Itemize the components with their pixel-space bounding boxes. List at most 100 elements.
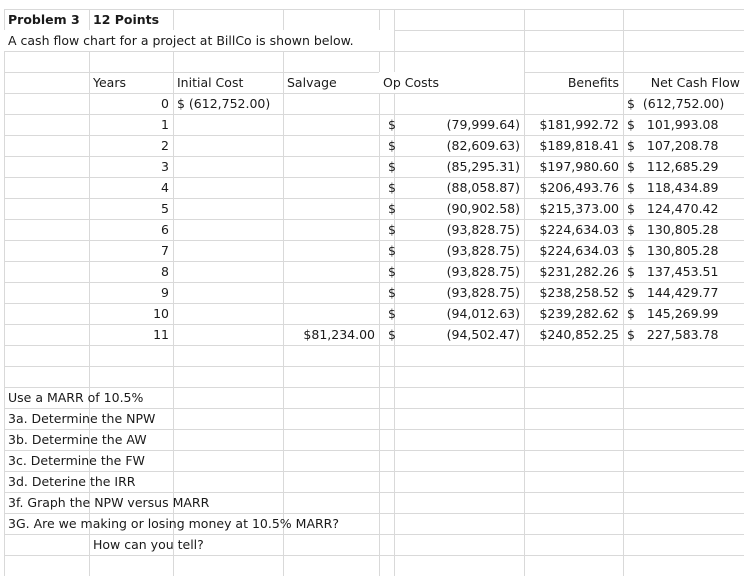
cell-net-cash-flow[interactable]: $ 101,993.08 — [623, 114, 744, 135]
cell-initial-cost[interactable] — [173, 219, 283, 240]
question-3a[interactable]: 3a. Determine the NPW — [4, 408, 283, 429]
cell-op-dollar[interactable]: $ — [379, 303, 396, 324]
cell-benefits[interactable]: $240,852.25 — [524, 324, 623, 345]
points-label[interactable]: 12 Points — [89, 9, 173, 30]
cell-net-cash-flow[interactable]: $ 118,434.89 — [623, 177, 744, 198]
cell-benefits[interactable] — [524, 93, 623, 114]
cell-op-costs[interactable]: (88,058.87) — [394, 177, 524, 198]
cell-op-dollar[interactable]: $ — [379, 177, 396, 198]
cell-initial-cost[interactable] — [173, 282, 283, 303]
cell-net-cash-flow[interactable]: $ 130,805.28 — [623, 240, 744, 261]
cell-benefits[interactable]: $224,634.03 — [524, 219, 623, 240]
cell-initial-cost[interactable] — [173, 261, 283, 282]
followup-question[interactable]: How can you tell? — [89, 534, 283, 555]
cell-initial-cost[interactable] — [173, 303, 283, 324]
marr-text[interactable]: Use a MARR of 10.5% — [4, 387, 283, 408]
cell-net-cash-flow[interactable]: $ 130,805.28 — [623, 219, 744, 240]
cell-benefits[interactable]: $206,493.76 — [524, 177, 623, 198]
cell-op-costs[interactable]: (93,828.75) — [394, 282, 524, 303]
header-initial-cost[interactable]: Initial Cost — [173, 72, 283, 93]
cell-year[interactable]: 8 — [89, 261, 173, 282]
cell-benefits[interactable]: $238,258.52 — [524, 282, 623, 303]
cell-op-costs[interactable]: (94,012.63) — [394, 303, 524, 324]
cell-net-cash-flow[interactable]: $ 144,429.77 — [623, 282, 744, 303]
cell-salvage[interactable] — [283, 114, 379, 135]
cell-net-cash-flow[interactable]: $ 227,583.78 — [623, 324, 744, 345]
cell-year[interactable]: 3 — [89, 156, 173, 177]
cell-benefits[interactable]: $231,282.26 — [524, 261, 623, 282]
header-op-costs[interactable]: Op Costs — [379, 72, 524, 93]
cell-op-costs[interactable]: (82,609.63) — [394, 135, 524, 156]
cell-op-costs[interactable]: (93,828.75) — [394, 219, 524, 240]
cell-year[interactable]: 2 — [89, 135, 173, 156]
cell-year[interactable]: 4 — [89, 177, 173, 198]
cell-benefits[interactable]: $197,980.60 — [524, 156, 623, 177]
cell-salvage[interactable] — [283, 93, 379, 114]
description-text[interactable]: A cash flow chart for a project at BillC… — [4, 30, 394, 51]
cell-benefits[interactable]: $239,282.62 — [524, 303, 623, 324]
cell-initial-cost[interactable] — [173, 198, 283, 219]
cell-year[interactable]: 6 — [89, 219, 173, 240]
header-net-cash-flow[interactable]: Net Cash Flow — [623, 72, 744, 93]
cell-net-cash-flow[interactable]: $ 112,685.29 — [623, 156, 744, 177]
cell-year[interactable]: 10 — [89, 303, 173, 324]
cell-op-dollar[interactable] — [379, 93, 394, 114]
cell-op-dollar[interactable]: $ — [379, 282, 396, 303]
cell-initial-cost[interactable] — [173, 114, 283, 135]
cell-initial-cost[interactable] — [173, 135, 283, 156]
cell-year[interactable]: 7 — [89, 240, 173, 261]
cell-year[interactable]: 5 — [89, 198, 173, 219]
cell-op-costs[interactable] — [394, 93, 524, 114]
cell-net-cash-flow[interactable]: $ 137,453.51 — [623, 261, 744, 282]
cell-benefits[interactable]: $215,373.00 — [524, 198, 623, 219]
cell-op-dollar[interactable]: $ — [379, 198, 396, 219]
cell-op-dollar[interactable]: $ — [379, 261, 396, 282]
cell-net-cash-flow[interactable]: $ 145,269.99 — [623, 303, 744, 324]
cell-salvage[interactable] — [283, 282, 379, 303]
cell-net-cash-flow[interactable]: $ (612,752.00) — [623, 93, 744, 114]
problem-label[interactable]: Problem 3 — [4, 9, 89, 30]
cell-year[interactable]: 11 — [89, 324, 173, 345]
cell-initial-cost[interactable] — [173, 240, 283, 261]
question-3g[interactable]: 3G. Are we making or losing money at 10.… — [4, 513, 394, 534]
cell-year[interactable]: 9 — [89, 282, 173, 303]
header-years[interactable]: Years — [89, 72, 173, 93]
cell-salvage[interactable] — [283, 177, 379, 198]
cell-benefits[interactable]: $224,634.03 — [524, 240, 623, 261]
cell-op-costs[interactable]: (79,999.64) — [394, 114, 524, 135]
cell-op-costs[interactable]: (85,295.31) — [394, 156, 524, 177]
cell-salvage[interactable] — [283, 303, 379, 324]
cell-initial-cost[interactable] — [173, 324, 283, 345]
cell-op-dollar[interactable]: $ — [379, 114, 396, 135]
cell-net-cash-flow[interactable]: $ 124,470.42 — [623, 198, 744, 219]
cell-year[interactable]: 0 — [89, 93, 173, 114]
cell-op-dollar[interactable]: $ — [379, 219, 396, 240]
cell-op-dollar[interactable]: $ — [379, 324, 396, 345]
header-salvage[interactable]: Salvage — [283, 72, 379, 93]
question-3f[interactable]: 3f. Graph the NPW versus MARR — [4, 492, 283, 513]
cell-salvage[interactable] — [283, 261, 379, 282]
cell-op-costs[interactable]: (93,828.75) — [394, 240, 524, 261]
cell-op-dollar[interactable]: $ — [379, 240, 396, 261]
cell-benefits[interactable]: $189,818.41 — [524, 135, 623, 156]
cell-op-costs[interactable]: (94,502.47) — [394, 324, 524, 345]
cell-salvage[interactable] — [283, 156, 379, 177]
cell-net-cash-flow[interactable]: $ 107,208.78 — [623, 135, 744, 156]
question-3b[interactable]: 3b. Determine the AW — [4, 429, 283, 450]
cell-salvage[interactable] — [283, 198, 379, 219]
cell-op-dollar[interactable]: $ — [379, 156, 396, 177]
question-3c[interactable]: 3c. Determine the FW — [4, 450, 283, 471]
cell-op-costs[interactable]: (93,828.75) — [394, 261, 524, 282]
cell-op-costs[interactable]: (90,902.58) — [394, 198, 524, 219]
cell-salvage[interactable] — [283, 135, 379, 156]
header-benefits[interactable]: Benefits — [524, 72, 623, 93]
cell-salvage[interactable] — [283, 219, 379, 240]
question-3d[interactable]: 3d. Deterine the IRR — [4, 471, 283, 492]
cell-initial-cost[interactable] — [173, 177, 283, 198]
cell-salvage[interactable]: $81,234.00 — [283, 324, 379, 345]
cell-benefits[interactable]: $181,992.72 — [524, 114, 623, 135]
cell-initial-cost[interactable] — [173, 156, 283, 177]
cell-initial-cost[interactable]: $ (612,752.00) — [173, 93, 283, 114]
cell-year[interactable]: 1 — [89, 114, 173, 135]
cell-op-dollar[interactable]: $ — [379, 135, 396, 156]
